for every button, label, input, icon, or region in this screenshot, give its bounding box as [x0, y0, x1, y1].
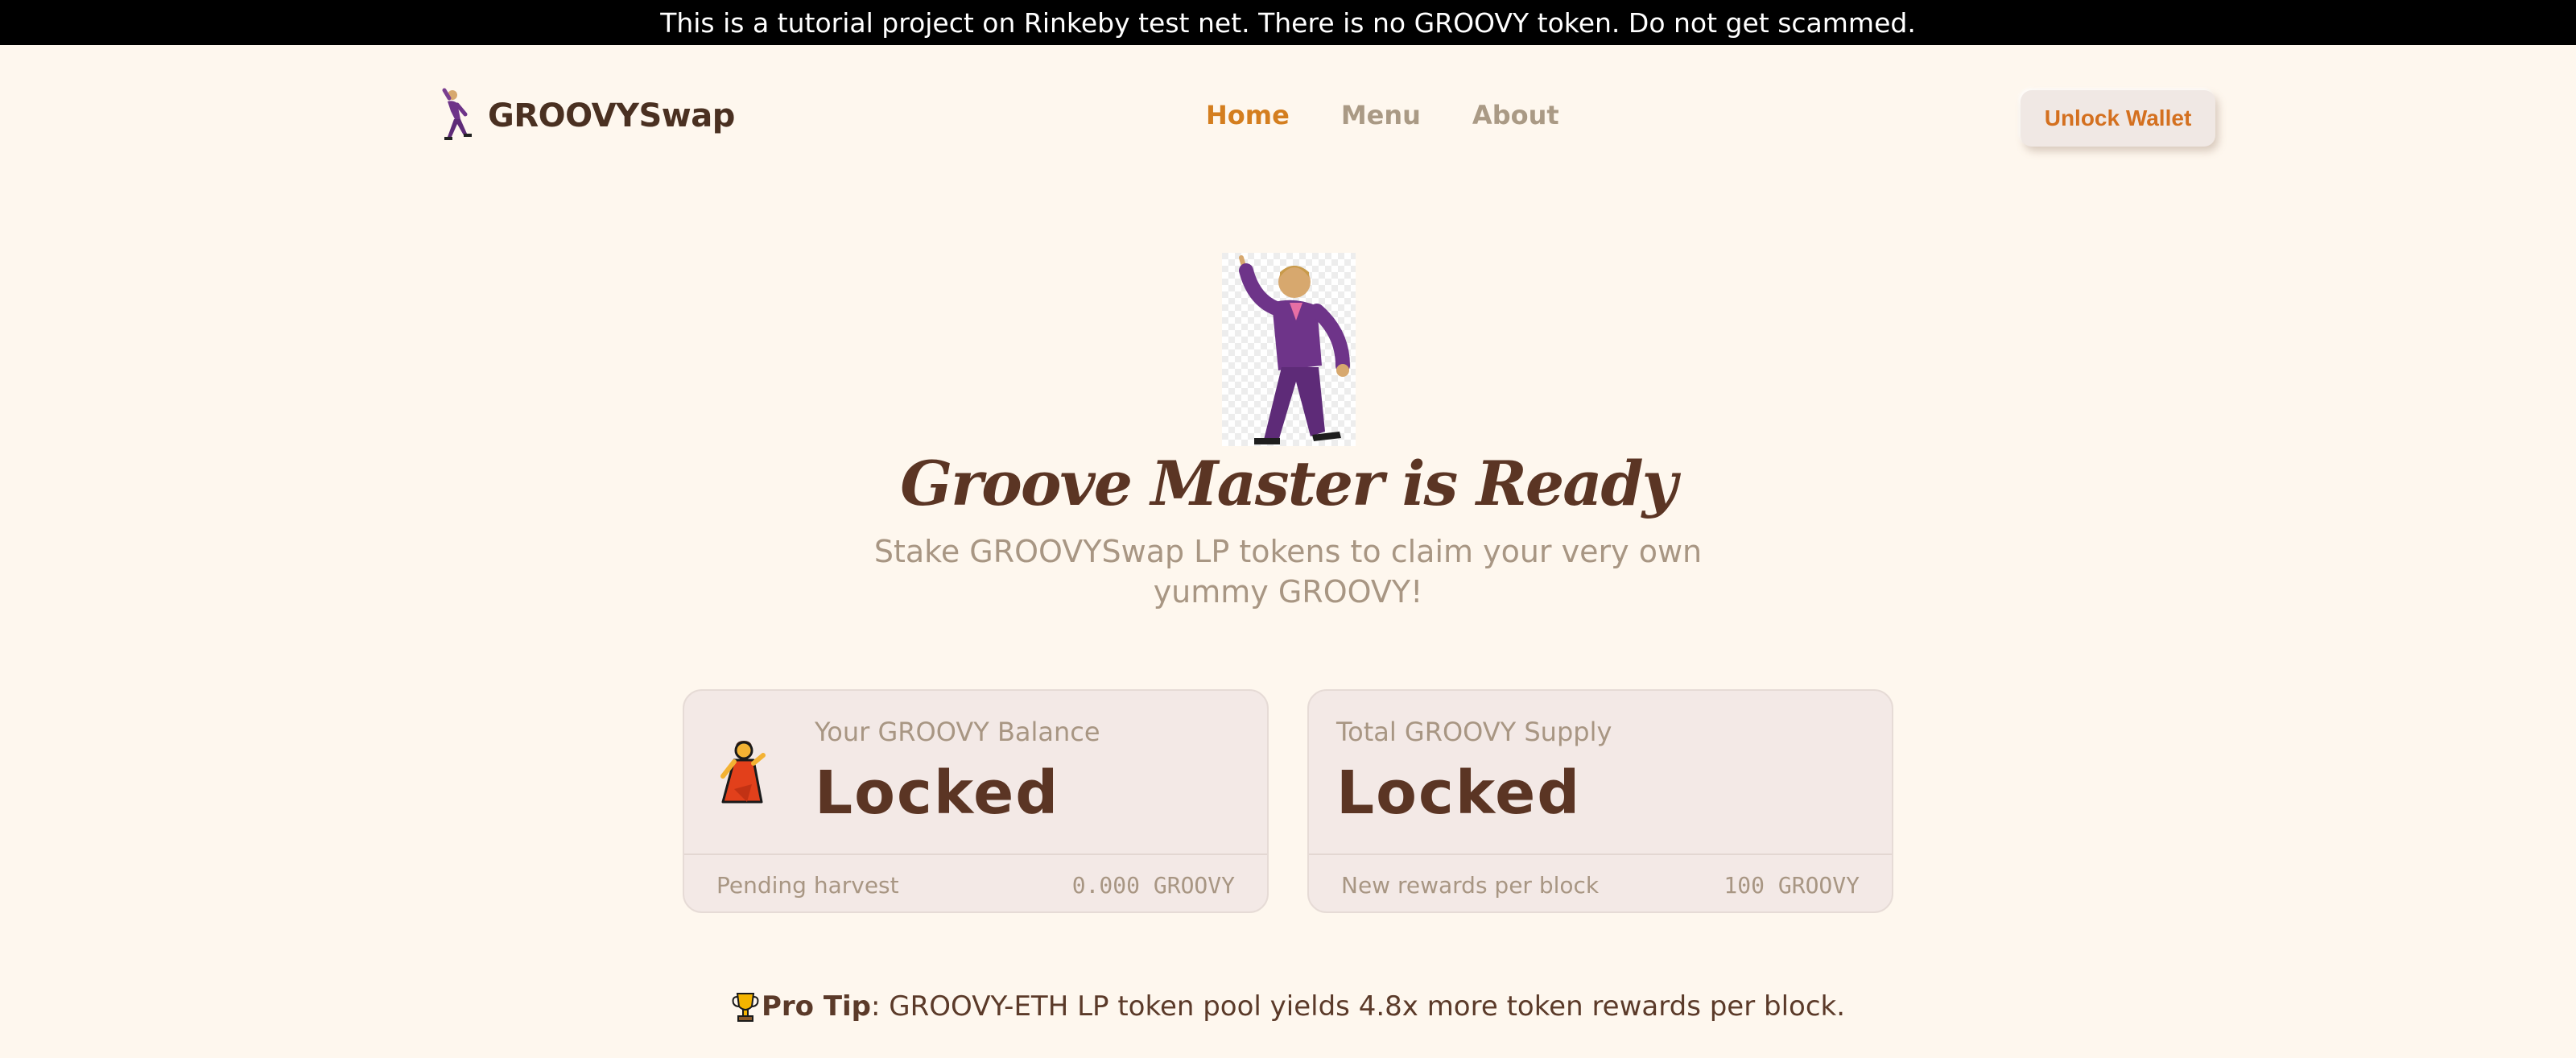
rewards-per-block-value: 100 GROOVY	[1724, 871, 1860, 899]
supply-label: Total GROOVY Supply	[1336, 717, 1612, 747]
pending-harvest-label: Pending harvest	[716, 871, 899, 899]
pro-tip-text: : GROOVY-ETH LP token pool yields 4.8x m…	[871, 990, 1846, 1023]
dancing-woman-icon	[720, 741, 766, 804]
logo-text: GROOVYSwap	[488, 97, 735, 134]
balance-value: Locked	[815, 758, 1060, 828]
main-nav: Home Menu About	[1206, 100, 1559, 130]
logo-link[interactable]: GROOVYSwap	[433, 87, 735, 145]
balance-label: Your GROOVY Balance	[815, 717, 1100, 747]
supply-card: Total GROOVY Supply Locked New rewards p…	[1307, 689, 1893, 913]
nav-menu-link[interactable]: Menu	[1341, 100, 1421, 130]
pending-harvest-value: 0.000 GROOVY	[1071, 871, 1235, 899]
dancing-man-icon	[442, 88, 472, 140]
rewards-per-block-label: New rewards per block	[1341, 871, 1600, 899]
dancing-man-icon	[1222, 253, 1356, 446]
pro-tip-prefix: Pro Tip	[761, 990, 872, 1023]
unlock-wallet-button[interactable]: Unlock Wallet	[2021, 90, 2215, 147]
nav-home-link[interactable]: Home	[1206, 100, 1290, 130]
balance-card: Your GROOVY Balance Locked Pending harve…	[683, 689, 1269, 913]
pro-tip: Pro Tip : GROOVY-ETH LP token pool yield…	[0, 990, 2576, 1023]
supply-value: Locked	[1336, 758, 1582, 828]
announcement-banner: This is a tutorial project on Rinkeby te…	[0, 0, 2576, 45]
trophy-icon	[732, 993, 759, 1022]
hero-title: Groove Master is Ready	[900, 448, 1678, 519]
banner-text: This is a tutorial project on Rinkeby te…	[660, 6, 1916, 39]
hero-subtitle: Stake GROOVYSwap LP tokens to claim your…	[873, 534, 1703, 610]
nav-about-link[interactable]: About	[1472, 100, 1559, 130]
